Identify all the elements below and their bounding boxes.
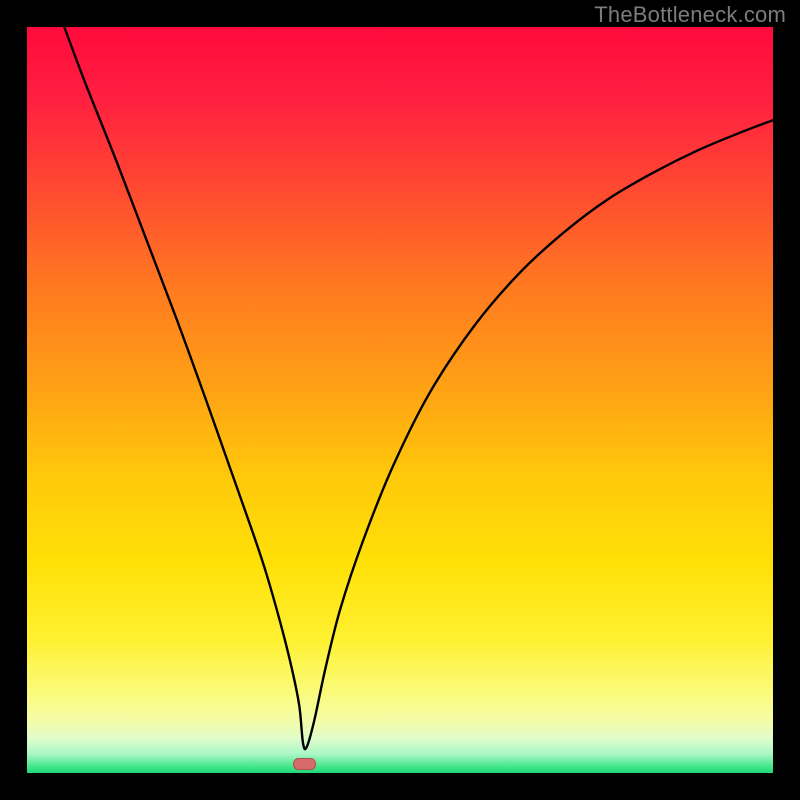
watermark-text: TheBottleneck.com xyxy=(594,2,786,28)
gradient-background xyxy=(27,27,773,773)
chart-frame: TheBottleneck.com xyxy=(0,0,800,800)
plot-area xyxy=(27,27,773,773)
plot-svg xyxy=(27,27,773,773)
minimum-marker xyxy=(294,759,316,770)
